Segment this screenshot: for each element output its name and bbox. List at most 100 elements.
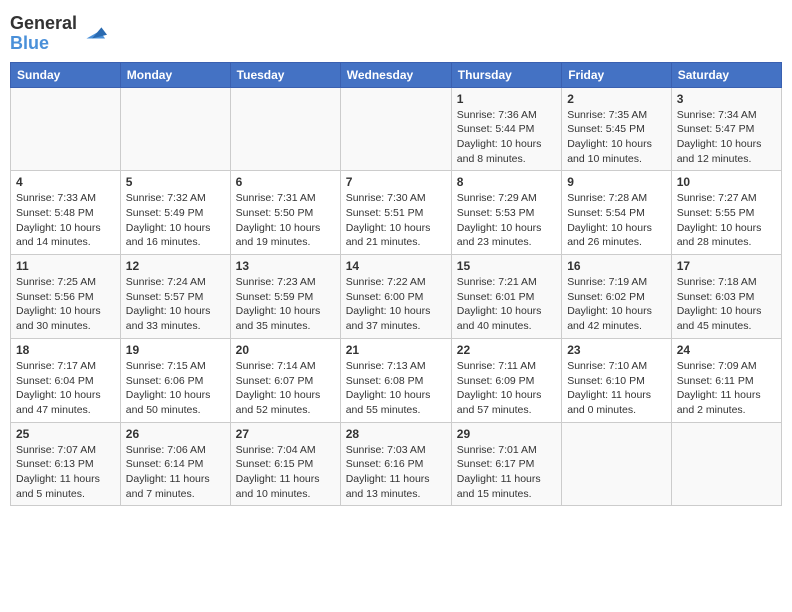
day-number: 4: [16, 175, 115, 189]
calendar-cell: 9 Sunrise: 7:28 AM Sunset: 5:54 PM Daylig…: [562, 171, 672, 255]
day-number: 23: [567, 343, 666, 357]
calendar-week-row: 18 Sunrise: 7:17 AM Sunset: 6:04 PM Dayli…: [11, 338, 782, 422]
calendar-cell: 4 Sunrise: 7:33 AM Sunset: 5:48 PM Daylig…: [11, 171, 121, 255]
day-detail: Sunrise: 7:07 AM Sunset: 6:13 PM Dayligh…: [16, 443, 115, 502]
day-number: 27: [236, 427, 335, 441]
day-detail: Sunrise: 7:36 AM Sunset: 5:44 PM Dayligh…: [457, 108, 556, 167]
calendar-cell: 10Sunrise: 7:27 AM Sunset: 5:55 PM Dayli…: [671, 171, 781, 255]
calendar-cell: 29 Sunrise: 7:01 AM Sunset: 6:17 PM Dayli…: [451, 422, 561, 506]
calendar-cell: [340, 87, 451, 171]
day-detail: Sunrise: 7:24 AM Sunset: 5:57 PM Dayligh…: [126, 275, 225, 334]
weekday-header-sunday: Sunday: [11, 62, 121, 87]
day-detail: Sunrise: 7:33 AM Sunset: 5:48 PM Dayligh…: [16, 191, 115, 250]
day-detail: Sunrise: 7:27 AM Sunset: 5:55 PM Dayligh…: [677, 191, 776, 250]
day-number: 14: [346, 259, 446, 273]
day-number: 12: [126, 259, 225, 273]
day-detail: Sunrise: 7:11 AM Sunset: 6:09 PM Dayligh…: [457, 359, 556, 418]
day-detail: Sunrise: 7:28 AM Sunset: 5:54 PM Dayligh…: [567, 191, 666, 250]
day-detail: Sunrise: 7:13 AM Sunset: 6:08 PM Dayligh…: [346, 359, 446, 418]
calendar-cell: 28 Sunrise: 7:03 AM Sunset: 6:16 PM Dayli…: [340, 422, 451, 506]
calendar-cell: 24 Sunrise: 7:09 AM Sunset: 6:11 PM Dayli…: [671, 338, 781, 422]
day-number: 28: [346, 427, 446, 441]
calendar-cell: [671, 422, 781, 506]
calendar-cell: 21Sunrise: 7:13 AM Sunset: 6:08 PM Dayli…: [340, 338, 451, 422]
calendar-cell: 13 Sunrise: 7:23 AM Sunset: 5:59 PM Dayli…: [230, 255, 340, 339]
day-number: 18: [16, 343, 115, 357]
calendar-cell: 23 Sunrise: 7:10 AM Sunset: 6:10 PM Dayli…: [562, 338, 672, 422]
calendar-cell: 5 Sunrise: 7:32 AM Sunset: 5:49 PM Daylig…: [120, 171, 230, 255]
day-number: 16: [567, 259, 666, 273]
weekday-header-tuesday: Tuesday: [230, 62, 340, 87]
calendar-cell: 17 Sunrise: 7:18 AM Sunset: 6:03 PM Dayli…: [671, 255, 781, 339]
calendar-week-row: 11 Sunrise: 7:25 AM Sunset: 5:56 PM Dayli…: [11, 255, 782, 339]
day-number: 20: [236, 343, 335, 357]
day-detail: Sunrise: 7:06 AM Sunset: 6:14 PM Dayligh…: [126, 443, 225, 502]
calendar-week-row: 1 Sunrise: 7:36 AM Sunset: 5:44 PM Daylig…: [11, 87, 782, 171]
day-number: 25: [16, 427, 115, 441]
day-number: 5: [126, 175, 225, 189]
day-number: 22: [457, 343, 556, 357]
day-number: 8: [457, 175, 556, 189]
day-detail: Sunrise: 7:22 AM Sunset: 6:00 PM Dayligh…: [346, 275, 446, 334]
calendar-table: SundayMondayTuesdayWednesdayThursdayFrid…: [10, 62, 782, 507]
calendar-cell: 18 Sunrise: 7:17 AM Sunset: 6:04 PM Dayli…: [11, 338, 121, 422]
logo: GeneralBlue: [10, 14, 107, 54]
day-detail: Sunrise: 7:18 AM Sunset: 6:03 PM Dayligh…: [677, 275, 776, 334]
calendar-cell: 16 Sunrise: 7:19 AM Sunset: 6:02 PM Dayli…: [562, 255, 672, 339]
calendar-cell: 14 Sunrise: 7:22 AM Sunset: 6:00 PM Dayli…: [340, 255, 451, 339]
day-number: 13: [236, 259, 335, 273]
day-detail: Sunrise: 7:21 AM Sunset: 6:01 PM Dayligh…: [457, 275, 556, 334]
day-detail: Sunrise: 7:32 AM Sunset: 5:49 PM Dayligh…: [126, 191, 225, 250]
day-number: 24: [677, 343, 776, 357]
day-number: 29: [457, 427, 556, 441]
weekday-header-saturday: Saturday: [671, 62, 781, 87]
weekday-header-monday: Monday: [120, 62, 230, 87]
day-detail: Sunrise: 7:19 AM Sunset: 6:02 PM Dayligh…: [567, 275, 666, 334]
day-detail: Sunrise: 7:29 AM Sunset: 5:53 PM Dayligh…: [457, 191, 556, 250]
day-number: 1: [457, 92, 556, 106]
calendar-cell: 1 Sunrise: 7:36 AM Sunset: 5:44 PM Daylig…: [451, 87, 561, 171]
day-number: 3: [677, 92, 776, 106]
calendar-cell: [120, 87, 230, 171]
day-detail: Sunrise: 7:23 AM Sunset: 5:59 PM Dayligh…: [236, 275, 335, 334]
day-number: 2: [567, 92, 666, 106]
calendar-cell: 11 Sunrise: 7:25 AM Sunset: 5:56 PM Dayli…: [11, 255, 121, 339]
calendar-cell: [562, 422, 672, 506]
calendar-cell: 27 Sunrise: 7:04 AM Sunset: 6:15 PM Dayli…: [230, 422, 340, 506]
calendar-cell: 7Sunrise: 7:30 AM Sunset: 5:51 PM Daylig…: [340, 171, 451, 255]
day-number: 6: [236, 175, 335, 189]
day-number: 11: [16, 259, 115, 273]
day-number: 7: [346, 175, 446, 189]
day-number: 19: [126, 343, 225, 357]
day-detail: Sunrise: 7:03 AM Sunset: 6:16 PM Dayligh…: [346, 443, 446, 502]
calendar-cell: 15 Sunrise: 7:21 AM Sunset: 6:01 PM Dayli…: [451, 255, 561, 339]
logo-icon: [79, 18, 107, 46]
page-header: GeneralBlue: [10, 10, 782, 54]
weekday-header-row: SundayMondayTuesdayWednesdayThursdayFrid…: [11, 62, 782, 87]
day-detail: Sunrise: 7:25 AM Sunset: 5:56 PM Dayligh…: [16, 275, 115, 334]
day-detail: Sunrise: 7:01 AM Sunset: 6:17 PM Dayligh…: [457, 443, 556, 502]
day-number: 17: [677, 259, 776, 273]
day-detail: Sunrise: 7:10 AM Sunset: 6:10 PM Dayligh…: [567, 359, 666, 418]
calendar-week-row: 4 Sunrise: 7:33 AM Sunset: 5:48 PM Daylig…: [11, 171, 782, 255]
weekday-header-friday: Friday: [562, 62, 672, 87]
day-number: 9: [567, 175, 666, 189]
day-detail: Sunrise: 7:04 AM Sunset: 6:15 PM Dayligh…: [236, 443, 335, 502]
calendar-week-row: 25 Sunrise: 7:07 AM Sunset: 6:13 PM Dayli…: [11, 422, 782, 506]
day-detail: Sunrise: 7:31 AM Sunset: 5:50 PM Dayligh…: [236, 191, 335, 250]
day-detail: Sunrise: 7:35 AM Sunset: 5:45 PM Dayligh…: [567, 108, 666, 167]
calendar-cell: [11, 87, 121, 171]
weekday-header-thursday: Thursday: [451, 62, 561, 87]
day-detail: Sunrise: 7:09 AM Sunset: 6:11 PM Dayligh…: [677, 359, 776, 418]
calendar-cell: 19 Sunrise: 7:15 AM Sunset: 6:06 PM Dayli…: [120, 338, 230, 422]
calendar-cell: 25 Sunrise: 7:07 AM Sunset: 6:13 PM Dayli…: [11, 422, 121, 506]
day-number: 15: [457, 259, 556, 273]
weekday-header-wednesday: Wednesday: [340, 62, 451, 87]
day-detail: Sunrise: 7:34 AM Sunset: 5:47 PM Dayligh…: [677, 108, 776, 167]
calendar-cell: 26Sunrise: 7:06 AM Sunset: 6:14 PM Dayli…: [120, 422, 230, 506]
logo-text: GeneralBlue: [10, 14, 77, 54]
calendar-cell: [230, 87, 340, 171]
calendar-cell: 8 Sunrise: 7:29 AM Sunset: 5:53 PM Daylig…: [451, 171, 561, 255]
day-detail: Sunrise: 7:17 AM Sunset: 6:04 PM Dayligh…: [16, 359, 115, 418]
day-detail: Sunrise: 7:15 AM Sunset: 6:06 PM Dayligh…: [126, 359, 225, 418]
